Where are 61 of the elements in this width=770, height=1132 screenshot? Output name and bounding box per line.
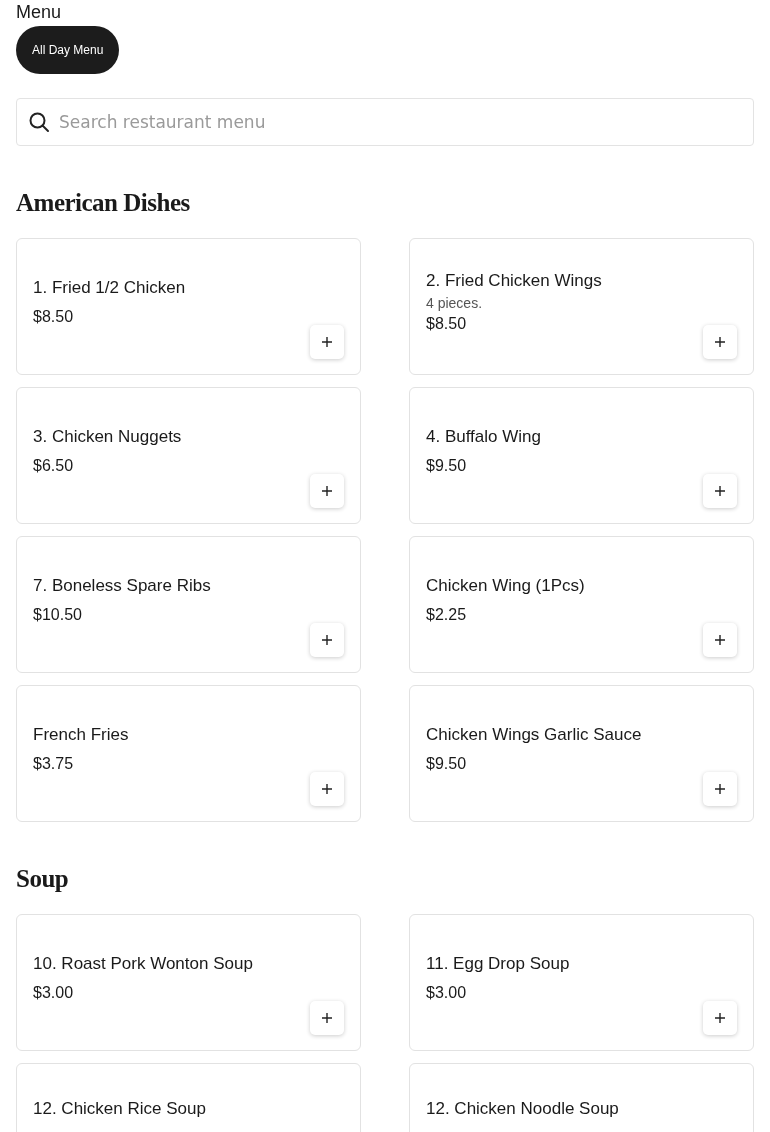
plus-icon [322, 337, 332, 347]
plus-icon [322, 1013, 332, 1023]
plus-icon [715, 635, 725, 645]
page-title: Menu [16, 1, 63, 24]
section-title: Soup [16, 864, 70, 894]
menu-item-card[interactable]: 2. Fried Chicken Wings 4 pieces. $8.50 [409, 238, 754, 375]
menu-item-card[interactable]: 7. Boneless Spare Ribs $10.50 [16, 536, 361, 673]
item-price: $3.75 [33, 754, 75, 773]
item-name: 7. Boneless Spare Ribs [33, 574, 211, 597]
menu-item-card[interactable]: 12. Chicken Rice Soup [16, 1063, 361, 1132]
search-icon [28, 111, 50, 133]
menu-item-card[interactable]: 12. Chicken Noodle Soup [409, 1063, 754, 1132]
item-name: Chicken Wing (1Pcs) [426, 574, 585, 597]
plus-icon [715, 486, 725, 496]
item-description: 4 pieces. [426, 294, 484, 311]
item-name: 1. Fried 1/2 Chicken [33, 276, 186, 299]
add-button[interactable] [703, 623, 737, 657]
plus-icon [322, 784, 332, 794]
item-name: 2. Fried Chicken Wings [426, 269, 602, 292]
menu-item-card[interactable]: 1. Fried 1/2 Chicken $8.50 [16, 238, 361, 375]
item-price: $3.00 [33, 983, 75, 1002]
add-button[interactable] [703, 772, 737, 806]
menu-item-card[interactable]: 4. Buffalo Wing $9.50 [409, 387, 754, 524]
plus-icon [715, 784, 725, 794]
item-price: $9.50 [426, 456, 468, 475]
item-price: $9.50 [426, 754, 468, 773]
item-name: 12. Chicken Noodle Soup [426, 1097, 619, 1120]
item-name: 12. Chicken Rice Soup [33, 1097, 206, 1120]
add-button[interactable] [703, 325, 737, 359]
add-button[interactable] [310, 325, 344, 359]
item-name: 11. Egg Drop Soup [426, 952, 570, 975]
item-name: 3. Chicken Nuggets [33, 425, 182, 448]
menu-item-card[interactable]: 10. Roast Pork Wonton Soup $3.00 [16, 914, 361, 1051]
item-price: $8.50 [33, 307, 75, 326]
add-button[interactable] [310, 474, 344, 508]
item-price: $8.50 [426, 314, 468, 333]
item-name: 10. Roast Pork Wonton Soup [33, 952, 253, 975]
plus-icon [715, 337, 725, 347]
item-name: French Fries [33, 723, 129, 746]
menu-item-card[interactable]: Chicken Wings Garlic Sauce $9.50 [409, 685, 754, 822]
menu-item-card[interactable]: 11. Egg Drop Soup $3.00 [409, 914, 754, 1051]
add-button[interactable] [310, 1001, 344, 1035]
item-name: 4. Buffalo Wing [426, 425, 541, 448]
add-button[interactable] [310, 623, 344, 657]
item-price: $10.50 [33, 605, 83, 624]
search-field[interactable]: Search restaurant menu [16, 98, 754, 146]
item-price: $2.25 [426, 605, 468, 624]
add-button[interactable] [703, 474, 737, 508]
add-button[interactable] [310, 772, 344, 806]
item-price: $6.50 [33, 456, 75, 475]
menu-item-card[interactable]: 3. Chicken Nuggets $6.50 [16, 387, 361, 524]
menu-item-card[interactable]: French Fries $3.75 [16, 685, 361, 822]
item-name: Chicken Wings Garlic Sauce [426, 723, 642, 746]
plus-icon [322, 486, 332, 496]
menu-item-card[interactable]: Chicken Wing (1Pcs) $2.25 [409, 536, 754, 673]
add-button[interactable] [703, 1001, 737, 1035]
plus-icon [322, 635, 332, 645]
item-price: $3.00 [426, 983, 468, 1002]
menu-tab[interactable]: All Day Menu [16, 26, 120, 74]
section-title: American Dishes [16, 188, 191, 218]
plus-icon [715, 1013, 725, 1023]
